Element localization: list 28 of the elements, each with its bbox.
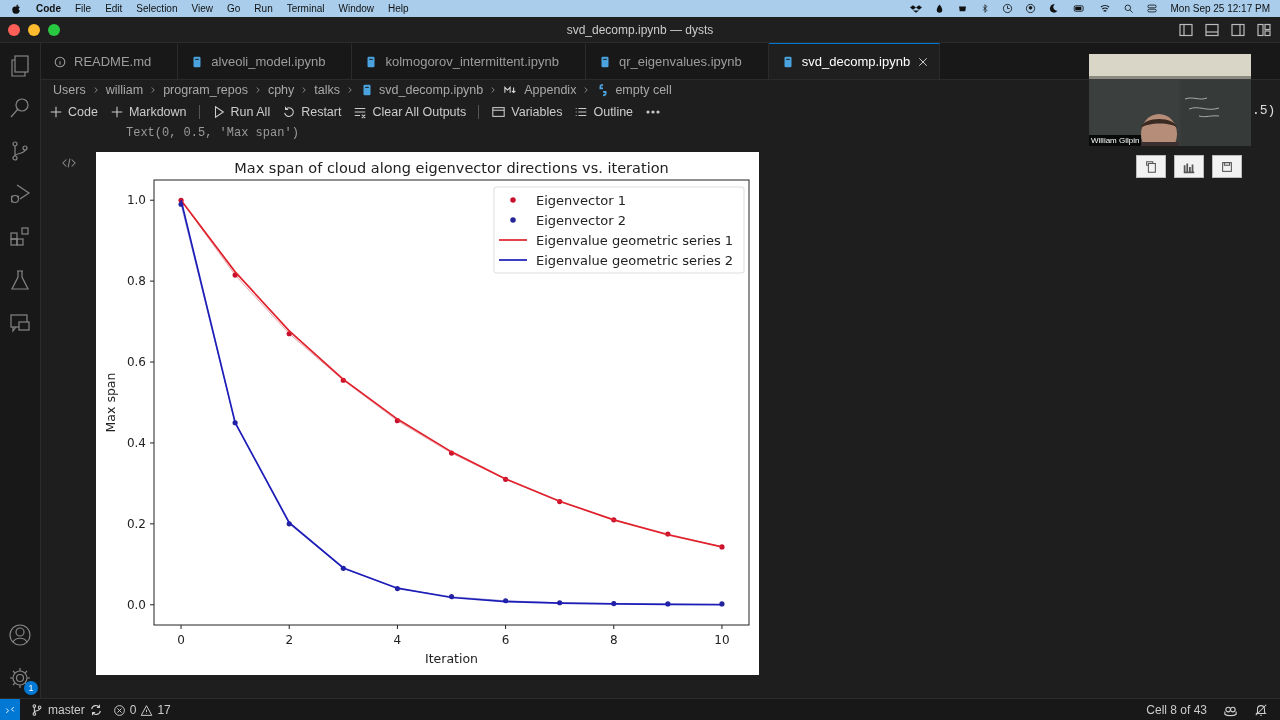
notification-badge: 1: [24, 681, 38, 695]
legend-entry: Eigenvalue geometric series 2: [498, 253, 734, 268]
y-axis-label: Max span: [103, 372, 118, 433]
participant-name: William Gilpin: [1089, 135, 1142, 146]
code-line: Text(0, 0.5, 'Max span'): [126, 126, 299, 140]
window-title: svd_decomp.ipynb — dysts: [566, 22, 714, 37]
y-tick-label: 0.2: [126, 516, 146, 531]
x-tick-label: 6: [501, 633, 510, 647]
y-tick-label: 0.8: [126, 274, 146, 289]
y-tick-label: 0.0: [126, 597, 146, 612]
x-tick-label: 10: [714, 633, 730, 647]
chart-title: Max span of cloud along eigenvector directions vs. iteration: [234, 160, 669, 176]
y-tick-label: 0.6: [126, 355, 146, 370]
legend-entry: Eigenvector 2: [510, 213, 626, 228]
y-tick-label: 1.0: [126, 193, 146, 208]
legend-entry: Eigenvector 1: [510, 193, 626, 208]
x-tick-label: 8: [609, 633, 618, 647]
legend-label: Eigenvalue geometric series 2: [536, 253, 734, 268]
legend-label: Eigenvector 2: [536, 213, 626, 228]
x-tick-label: 4: [393, 633, 402, 647]
legend-label: Eigenvalue geometric series 1: [536, 233, 734, 248]
x-axis-label: Iteration: [425, 651, 478, 666]
legend-label: Eigenvector 1: [536, 193, 626, 208]
x-tick-label: 2: [285, 633, 294, 647]
code-fragment: .5): [1252, 103, 1276, 118]
y-tick-label: 0.4: [126, 435, 146, 450]
x-tick-label: 0: [177, 633, 185, 647]
legend-entry: Eigenvalue geometric series 1: [498, 233, 734, 248]
